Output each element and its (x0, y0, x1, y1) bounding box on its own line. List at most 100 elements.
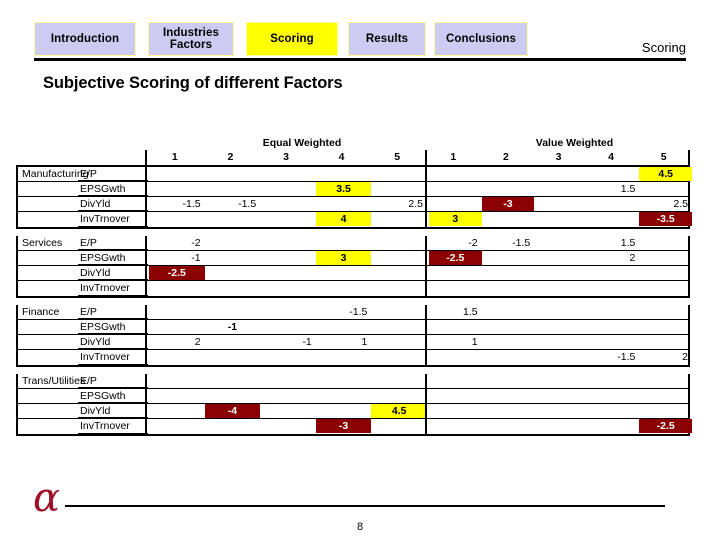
score-cell: 2 (682, 351, 688, 363)
matrix-vertical-separator (145, 167, 147, 227)
tab-conclusions-label: Conclusions (445, 32, 517, 45)
tab-introduction-label: Introduction (50, 32, 120, 45)
factor-label-underline (78, 210, 148, 211)
score-cell: 2.5 (408, 198, 423, 210)
factor-label-underline (78, 195, 148, 196)
navigation-tab-bar: Introduction Industries Factors Scoring … (0, 22, 720, 58)
factor-label-invtrnover: InvTrnover (80, 420, 130, 432)
table-row: Finance E/P -1.5 1.5 (18, 305, 688, 320)
matrix-column-number-row: 1 2 3 4 5 1 2 3 4 5 (16, 150, 690, 167)
factor-label-underline (78, 249, 148, 250)
industry-block-services: Services E/P -2 -2 -1.5 1.5 EPSGwth -1 3 -2.5 2 Div… (16, 236, 690, 298)
column-number-equal-4: 4 (338, 151, 345, 163)
score-cell: -1.5 (349, 306, 368, 318)
tab-industries-line2: Factors (169, 39, 213, 51)
factor-label-divyld: DivYld (80, 336, 111, 348)
slide-title: Subjective Scoring of different Factors (43, 74, 343, 92)
table-row: EPSGwth 3.5 1.5 (18, 182, 688, 197)
factor-label-divyld: DivYld (80, 405, 111, 417)
score-cell: 3.5 (315, 182, 372, 196)
industry-block-trans-utilities: Trans/Utilities E/P EPSGwth DivYld -4 4.5 InvT… (16, 374, 692, 436)
score-cell: -1 (191, 252, 201, 264)
tab-industries-factors[interactable]: Industries Factors (148, 22, 234, 56)
column-number-value-3: 3 (555, 151, 562, 163)
score-cell: 1 (361, 336, 368, 348)
tab-introduction[interactable]: Introduction (34, 22, 136, 56)
score-cell: -1 (227, 321, 238, 333)
score-cell: 4.5 (639, 167, 692, 181)
score-cell: 1 (471, 336, 478, 348)
table-row: DivYld -2.5 (18, 266, 688, 281)
tab-conclusions[interactable]: Conclusions (434, 22, 528, 56)
tab-scoring[interactable]: Scoring (246, 22, 338, 56)
industry-block-finance: Finance E/P -1.5 1.5 EPSGwth -1 DivYld 2 -1 1 1 Inv… (16, 305, 690, 367)
score-cell: -2.5 (429, 251, 482, 265)
score-cell: -1.5 (238, 198, 257, 210)
score-cell: 1.5 (620, 183, 636, 195)
table-row: DivYld -4 4.5 (18, 404, 688, 419)
scoring-matrix-table: Equal Weighted Value Weighted 1 2 3 4 5 1 2 3 4 5… (16, 137, 692, 443)
factor-label-e-p: E/P (80, 306, 97, 318)
score-cell: -4 (204, 404, 261, 418)
score-cell: -1 (302, 336, 312, 348)
factor-label-invtrnover: InvTrnover (80, 351, 130, 363)
factor-label-e-p: E/P (80, 168, 97, 180)
tab-scoring-label: Scoring (270, 32, 314, 45)
column-number-value-5: 5 (660, 151, 667, 163)
table-row: EPSGwth -1 3 -2.5 2 (18, 251, 688, 266)
column-number-value-4: 4 (608, 151, 615, 163)
factor-label-underline (78, 417, 148, 418)
footer-divider (65, 505, 665, 507)
factor-label-underline (78, 295, 148, 296)
factor-label-underline (78, 364, 148, 365)
factor-label-epsgwth: EPSGwth (80, 252, 126, 264)
score-cell: -2.5 (639, 419, 692, 433)
table-row: DivYld -1.5 -1.5 2.5 -3 2.5 (18, 197, 688, 212)
score-cell: 2 (194, 336, 201, 348)
tab-industries-factors-label: Industries Factors (163, 27, 219, 51)
factor-label-underline (78, 226, 148, 227)
factor-label-invtrnover: InvTrnover (80, 213, 130, 225)
navigation-underline-divider (34, 58, 686, 61)
table-row: InvTrnover 4 3 -3.5 (18, 212, 692, 227)
industry-block-manufacturing: Manufacturing E/P 4.5 EPSGwth 3.5 1.5 DivYld -1… (16, 167, 692, 229)
score-cell: -3 (315, 419, 372, 433)
column-number-value-1: 1 (450, 151, 457, 163)
factor-label-underline (78, 348, 148, 349)
score-cell: 2 (629, 252, 636, 264)
table-row: Services E/P -2 -2 -1.5 1.5 (18, 236, 688, 251)
matrix-vertical-separator (425, 374, 427, 434)
factor-label-e-p: E/P (80, 375, 97, 387)
matrix-vertical-separator (425, 150, 427, 165)
factor-label-underline (78, 333, 148, 334)
industry-label: Finance (22, 306, 60, 318)
factor-label-underline (78, 180, 148, 181)
score-cell: -2.5 (149, 266, 205, 280)
matrix-vertical-separator (425, 305, 427, 365)
score-cell: 3 (315, 251, 372, 265)
header-section-label: Scoring (641, 40, 686, 55)
column-number-equal-3: 3 (283, 151, 289, 163)
group-header-value-weighted: Value Weighted (535, 137, 614, 149)
factor-label-underline (78, 387, 148, 388)
factor-label-invtrnover: InvTrnover (80, 282, 130, 294)
tab-results[interactable]: Results (348, 22, 426, 56)
group-header-equal-weighted: Equal Weighted (262, 137, 342, 149)
score-cell: -3 (481, 197, 535, 211)
matrix-vertical-separator (688, 150, 690, 165)
matrix-vertical-separator (145, 236, 147, 296)
factor-label-divyld: DivYld (80, 198, 111, 210)
factor-label-underline (78, 264, 148, 265)
matrix-vertical-separator (425, 236, 427, 296)
table-row: InvTrnover -1.5 2 (18, 350, 688, 365)
table-row: EPSGwth -1 (18, 320, 688, 335)
factor-label-underline (78, 318, 148, 319)
column-number-value-2: 2 (502, 151, 509, 163)
score-cell: -1.5 (512, 237, 531, 249)
score-cell: 1.5 (620, 237, 636, 249)
industry-label: Trans/Utilities (22, 375, 86, 387)
matrix-vertical-separator (145, 374, 147, 434)
column-number-equal-5: 5 (394, 151, 401, 163)
factor-label-epsgwth: EPSGwth (80, 390, 126, 402)
factor-label-underline (78, 402, 148, 403)
